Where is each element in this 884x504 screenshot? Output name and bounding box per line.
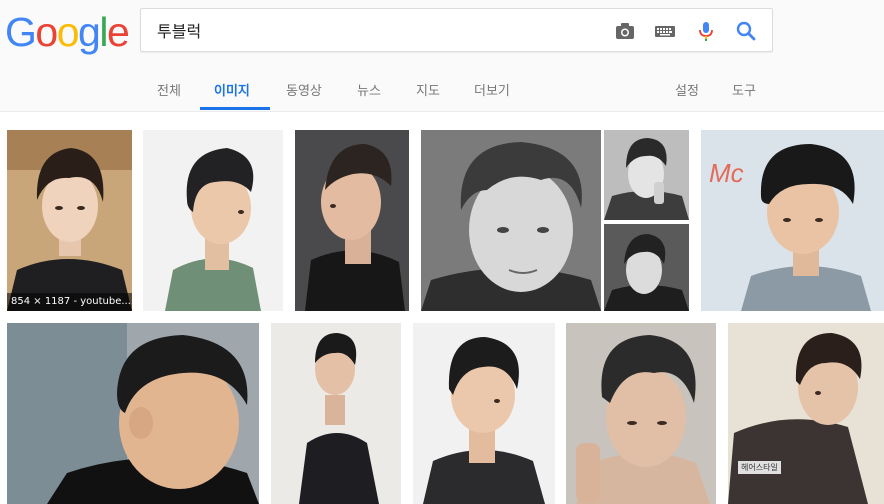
image-results-grid: 854 × 1187 - youtube.... Mc 헤어스타일 (0, 112, 884, 504)
image-result-3[interactable] (295, 130, 409, 311)
tab-more[interactable]: 더보기 (474, 80, 510, 99)
search-icon[interactable] (735, 20, 757, 42)
logo-letter-o1: o (35, 9, 58, 55)
tab-settings[interactable]: 설정 (675, 80, 699, 99)
search-box (140, 8, 773, 52)
keyboard-icon[interactable] (654, 20, 676, 42)
image-result-11[interactable] (566, 323, 716, 504)
image-result-2[interactable] (143, 130, 283, 311)
google-logo[interactable]: Google (5, 8, 130, 56)
image-result-7[interactable]: Mc (701, 130, 884, 311)
tab-images[interactable]: 이미지 (214, 80, 250, 99)
header: Google 전체 이미지 동영상 뉴스 지도 더보기 설정 도구 (0, 0, 884, 112)
logo-letter-l: l (99, 9, 108, 55)
tab-tools[interactable]: 도구 (732, 80, 756, 99)
image-size-caption: 854 × 1187 - youtube.... (7, 293, 132, 311)
image-result-1[interactable]: 854 × 1187 - youtube.... (7, 130, 132, 311)
image-result-5[interactable] (604, 130, 689, 220)
image-result-10[interactable] (413, 323, 555, 504)
logo-letter-g: G (5, 9, 37, 55)
tab-videos[interactable]: 동영상 (286, 80, 322, 99)
image-result-9[interactable] (271, 323, 401, 504)
logo-letter-o2: o (56, 9, 80, 55)
image-result-4[interactable] (421, 130, 601, 311)
logo-letter-e: e (106, 9, 130, 55)
active-tab-indicator (200, 107, 270, 110)
microphone-icon[interactable] (695, 20, 717, 42)
svg-text:Mc: Mc (709, 158, 744, 188)
watermark-label: 헤어스타일 (738, 461, 781, 474)
tab-news[interactable]: 뉴스 (357, 80, 381, 99)
search-tabs: 전체 이미지 동영상 뉴스 지도 더보기 설정 도구 (0, 72, 884, 112)
image-result-12[interactable]: 헤어스타일 (728, 323, 884, 504)
search-input[interactable] (157, 9, 597, 51)
logo-letter-g2: g (78, 9, 101, 55)
tab-maps[interactable]: 지도 (416, 80, 440, 99)
image-result-6[interactable] (604, 224, 689, 311)
tab-all[interactable]: 전체 (157, 80, 181, 99)
image-result-8[interactable] (7, 323, 259, 504)
camera-icon[interactable] (614, 20, 636, 42)
